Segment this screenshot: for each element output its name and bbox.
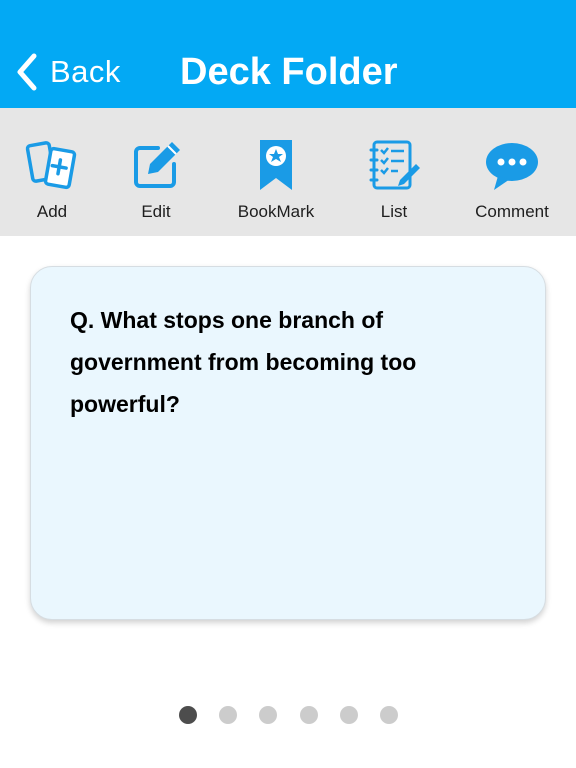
chevron-left-icon xyxy=(17,53,37,91)
comment-button[interactable]: Comment xyxy=(466,108,558,236)
page-dot[interactable] xyxy=(380,706,398,724)
card-question: Q. What stops one branch of government f… xyxy=(70,307,417,417)
add-label: Add xyxy=(36,202,68,221)
page-dot[interactable] xyxy=(340,706,358,724)
page-dot[interactable] xyxy=(259,706,277,724)
header-bar: Back Deck Folder xyxy=(0,0,576,108)
list-icon xyxy=(369,140,420,190)
bookmark-button[interactable]: BookMark xyxy=(232,108,320,236)
list-button[interactable]: List xyxy=(366,108,422,236)
edit-button[interactable]: Edit xyxy=(126,108,186,236)
toolbar: Add Edit BookMark List Comment xyxy=(0,108,576,236)
page-dot[interactable] xyxy=(219,706,237,724)
add-button[interactable]: Add xyxy=(22,108,82,236)
page-dot[interactable] xyxy=(179,706,197,724)
list-label: List xyxy=(380,202,408,221)
flashcard[interactable]: Q. What stops one branch of government f… xyxy=(30,266,546,620)
page-indicator xyxy=(0,706,576,724)
comment-label: Comment xyxy=(475,202,549,221)
page-title: Deck Folder xyxy=(180,50,398,93)
add-card-icon xyxy=(25,141,77,190)
edit-icon xyxy=(134,142,180,188)
bookmark-icon xyxy=(260,140,292,190)
page-dot[interactable] xyxy=(300,706,318,724)
edit-label: Edit xyxy=(141,202,171,221)
back-button[interactable]: Back xyxy=(14,48,121,96)
bookmark-label: BookMark xyxy=(237,202,315,221)
comment-icon xyxy=(486,143,538,190)
back-label: Back xyxy=(50,54,121,89)
